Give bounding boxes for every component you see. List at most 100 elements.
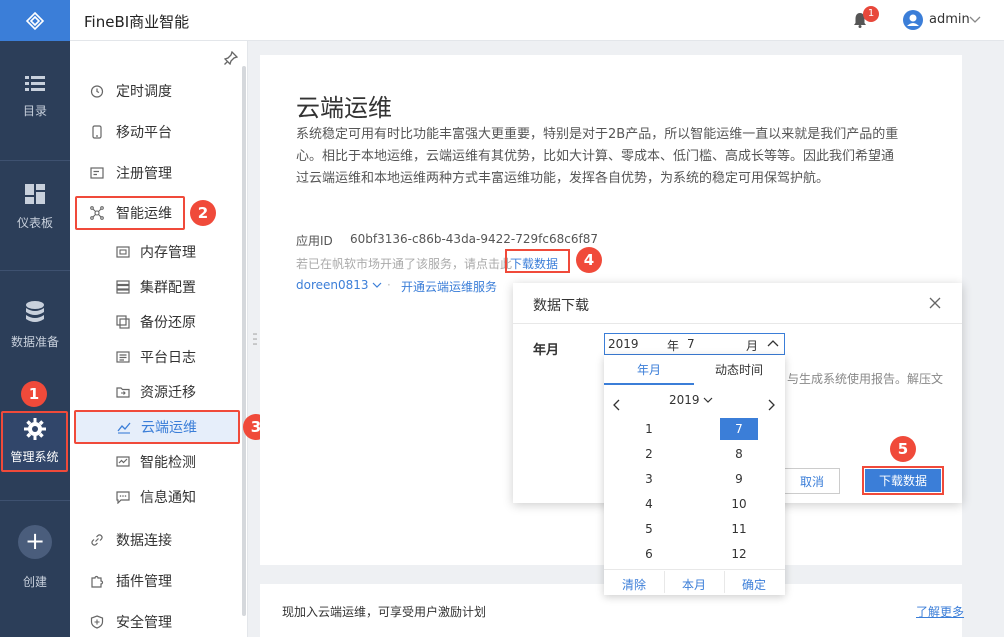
logo-icon — [25, 11, 45, 30]
rail-divider — [0, 270, 70, 271]
register-icon — [90, 167, 104, 179]
network-icon — [90, 206, 104, 220]
chevron-right-icon[interactable] — [766, 395, 776, 415]
menu-item-label: 插件管理 — [116, 574, 172, 590]
avatar[interactable] — [903, 10, 923, 30]
step-marker-1: 1 — [21, 381, 47, 407]
rail-item-manage-system[interactable]: 管理系统 — [1, 411, 68, 472]
chevron-down-icon[interactable] — [969, 13, 981, 25]
month-cell[interactable]: 5 — [630, 518, 668, 540]
menu-item-plugins[interactable]: 插件管理 — [70, 565, 248, 597]
download-data-button[interactable]: 下载数据 — [865, 469, 941, 492]
dialog-title: 数据下载 — [533, 298, 589, 314]
sub-item-label: 智能检测 — [140, 455, 196, 471]
menu-item-label: 移动平台 — [116, 125, 172, 141]
month-cell[interactable]: 1 — [630, 418, 668, 440]
picker-clear-button[interactable]: 清除 — [604, 576, 664, 593]
rail-item-label: 数据准备 — [10, 334, 59, 349]
sub-item-notify[interactable]: 信息通知 — [70, 481, 248, 513]
menu-item-security[interactable]: 安全管理 — [70, 606, 248, 637]
user-name[interactable]: admin — [929, 12, 970, 27]
backup-icon — [116, 315, 130, 329]
server-icon — [116, 280, 130, 294]
picker-confirm-button[interactable]: 确定 — [724, 576, 784, 593]
month-cell[interactable]: 12 — [720, 543, 758, 565]
rail-item-catalog[interactable]: 目录 — [0, 52, 70, 142]
chevron-down-icon — [372, 282, 382, 288]
menu-item-smart-ops[interactable]: 智能运维 — [75, 196, 185, 230]
rail-item-dashboard[interactable]: 仪表板 — [0, 162, 70, 252]
picker-this-month-button[interactable]: 本月 — [664, 576, 724, 593]
rail-divider — [0, 160, 70, 161]
account-dropdown[interactable]: doreen0813 — [296, 278, 382, 292]
sub-item-label: 备份还原 — [140, 315, 196, 331]
month-cell[interactable]: 11 — [720, 518, 758, 540]
menu-item-schedule[interactable]: 定时调度 — [70, 75, 248, 107]
month-cell[interactable]: 2 — [630, 443, 668, 465]
month-cell[interactable]: 6 — [630, 543, 668, 565]
tab-year-month[interactable]: 年月 — [604, 355, 694, 385]
picker-year-unit: 年 — [667, 339, 680, 353]
download-data-link[interactable]: 下载数据 — [510, 255, 558, 272]
sub-item-label: 平台日志 — [140, 350, 196, 366]
splitter-handle-icon[interactable] — [253, 332, 257, 346]
dashboard-icon — [25, 183, 45, 204]
side-menu: 定时调度 移动平台 注册管理 智能运维 内存管理 集群配置 备份还原 平台日志 … — [70, 41, 248, 637]
month-cell[interactable]: 3 — [630, 468, 668, 490]
user-icon — [907, 14, 919, 26]
cancel-button[interactable]: 取消 — [784, 468, 840, 494]
picker-month-unit: 月 — [746, 339, 759, 353]
puzzle-icon — [91, 575, 104, 588]
app-logo[interactable] — [0, 0, 70, 41]
dialog-description: 与生成系统使用报告。解压文 — [787, 372, 944, 386]
separator: · — [387, 278, 391, 292]
folder-icon — [116, 387, 130, 398]
sub-item-label: 云端运维 — [141, 420, 197, 436]
close-icon[interactable] — [929, 297, 941, 309]
service-hint: 若已在帆软市场开通了该服务，请点击此 — [296, 257, 513, 271]
month-cell-selected[interactable]: 7 — [720, 418, 758, 440]
clock-icon — [90, 85, 104, 98]
memory-icon — [116, 246, 130, 258]
message-icon — [116, 491, 130, 504]
open-service-link[interactable]: 开通云端运维服务 — [401, 278, 497, 295]
gear-icon — [23, 418, 46, 440]
tab-dynamic-time[interactable]: 动态时间 — [694, 355, 784, 385]
picker-year-value: 2019 — [608, 337, 639, 351]
picker-nav-year[interactable]: 2019 — [669, 393, 713, 413]
month-cell[interactable]: 4 — [630, 493, 668, 515]
page-title: 云端运维 — [296, 94, 392, 122]
menu-item-label: 注册管理 — [116, 166, 172, 182]
learn-more-link[interactable]: 了解更多 — [916, 603, 964, 620]
sub-item-smart-check[interactable]: 智能检测 — [70, 446, 248, 478]
year-month-picker-input[interactable]: 2019 年 7 月 — [604, 333, 785, 355]
sub-item-logs[interactable]: 平台日志 — [70, 341, 248, 373]
menu-item-mobile[interactable]: 移动平台 — [70, 116, 248, 148]
pin-icon[interactable] — [224, 51, 238, 65]
menu-item-data-connection[interactable]: 数据连接 — [70, 524, 248, 556]
menu-item-label: 智能运维 — [116, 206, 172, 222]
rail-create-button[interactable]: + 创建 — [0, 525, 70, 605]
sub-item-memory[interactable]: 内存管理 — [70, 236, 248, 268]
sub-item-label: 内存管理 — [140, 245, 196, 261]
database-icon — [26, 300, 44, 322]
sub-item-backup[interactable]: 备份还原 — [70, 306, 248, 338]
rail-item-data-prep[interactable]: 数据准备 — [0, 280, 70, 370]
picker-footer-divider — [604, 569, 785, 570]
sub-item-cloud-ops[interactable]: 云端运维 — [74, 410, 240, 444]
sub-item-migration[interactable]: 资源迁移 — [70, 376, 248, 408]
month-cell[interactable]: 10 — [720, 493, 758, 515]
log-icon — [116, 351, 130, 363]
top-header: FineBI商业智能 1 admin — [70, 0, 1004, 41]
page-description: 系统稳定可用有时比功能丰富强大更重要，特别是对于2B产品，所以智能运维一直以来就… — [296, 127, 899, 186]
month-cell[interactable]: 9 — [720, 468, 758, 490]
app-title: FineBI商业智能 — [84, 13, 190, 31]
rail-item-label: 管理系统 — [10, 450, 59, 464]
sub-item-label: 集群配置 — [140, 280, 196, 296]
rail-divider — [0, 500, 70, 501]
month-cell[interactable]: 8 — [720, 443, 758, 465]
menu-item-label: 定时调度 — [116, 84, 172, 100]
menu-item-registration[interactable]: 注册管理 — [70, 157, 248, 189]
sub-item-cluster[interactable]: 集群配置 — [70, 271, 248, 303]
chevron-left-icon[interactable] — [612, 395, 622, 415]
